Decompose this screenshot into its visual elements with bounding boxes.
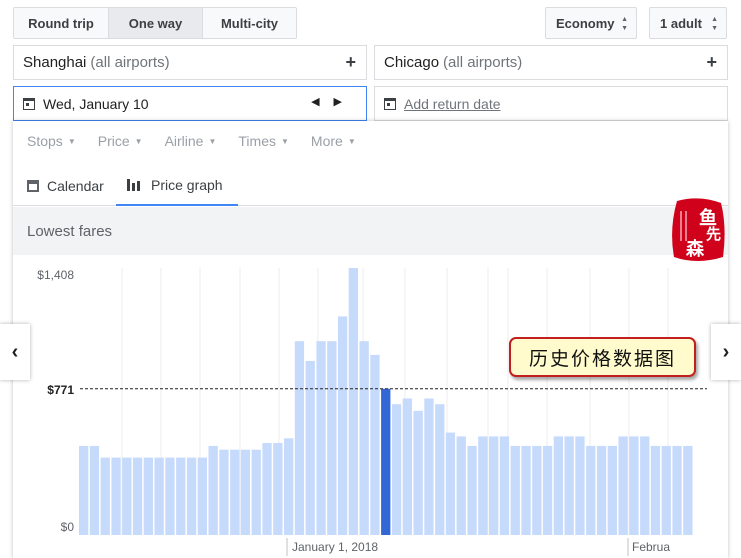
filter-more[interactable]: More ▼ xyxy=(311,133,356,149)
depart-date-field[interactable]: Wed, January 10 ◀▶ xyxy=(13,86,367,121)
filter-stops[interactable]: Stops ▼ xyxy=(27,133,76,149)
tab-price-graph[interactable]: Price graph xyxy=(116,165,238,206)
svg-text:森: 森 xyxy=(686,238,705,260)
add-origin-icon[interactable]: + xyxy=(345,52,356,73)
caret-down-icon: ▼ xyxy=(67,137,76,146)
updown-icon: ▲ ▼ xyxy=(711,16,718,32)
chevron-left-icon: ‹ xyxy=(11,340,19,363)
filter-times[interactable]: Times ▼ xyxy=(238,133,289,149)
origin-city: Shanghai xyxy=(23,54,87,71)
lowest-fares-header: Lowest fares xyxy=(13,207,728,255)
trip-type-one-way[interactable]: One way xyxy=(109,8,203,38)
trip-type-multi-city[interactable]: Multi-city xyxy=(203,8,296,38)
return-date-field[interactable]: Add return date xyxy=(374,86,728,121)
filter-bar: Stops ▼ Price ▼ Airline ▼ Times ▼ More ▼ xyxy=(27,133,356,149)
destination-qualifier: (all airports) xyxy=(443,54,523,71)
passenger-select-value: 1 adult xyxy=(660,15,702,31)
bar-chart-icon xyxy=(127,178,140,191)
add-return-date-link[interactable]: Add return date xyxy=(404,96,501,112)
origin-field[interactable]: Shanghai (all airports) + xyxy=(13,45,367,80)
svg-text:先: 先 xyxy=(706,225,721,243)
calendar-icon xyxy=(23,97,35,110)
destination-city: Chicago xyxy=(384,54,440,71)
trip-type-selector: Round trip One way Multi-city xyxy=(13,7,297,39)
cabin-select-value: Economy xyxy=(556,15,615,31)
filter-price[interactable]: Price ▼ xyxy=(98,133,143,149)
trip-type-round-trip[interactable]: Round trip xyxy=(14,8,109,38)
view-tabs: Calendar Price graph xyxy=(13,165,728,206)
next-date-icon[interactable]: ▶ xyxy=(334,96,356,108)
caret-down-icon: ▼ xyxy=(208,137,217,146)
chevron-right-icon: › xyxy=(722,340,730,363)
passenger-select[interactable]: 1 adult ▲ ▼ xyxy=(649,7,727,39)
destination-field[interactable]: Chicago (all airports) + xyxy=(374,45,728,80)
section-title: Lowest fares xyxy=(27,222,113,240)
origin-qualifier: (all airports) xyxy=(90,54,170,71)
calendar-icon xyxy=(27,179,39,192)
annotation-callout: 历史价格数据图 xyxy=(509,337,696,377)
date-step-arrows[interactable]: ◀▶ xyxy=(311,95,356,108)
updown-icon: ▲ ▼ xyxy=(621,16,628,32)
depart-date-value: Wed, January 10 xyxy=(43,95,149,112)
cabin-select[interactable]: Economy ▲ ▼ xyxy=(545,7,637,39)
caret-down-icon: ▼ xyxy=(134,137,143,146)
next-range-button[interactable]: › xyxy=(711,324,741,380)
prev-range-button[interactable]: ‹ xyxy=(0,324,30,380)
add-destination-icon[interactable]: + xyxy=(706,52,717,73)
tab-calendar[interactable]: Calendar xyxy=(27,165,117,206)
caret-down-icon: ▼ xyxy=(280,137,289,146)
caret-down-icon: ▼ xyxy=(347,137,356,146)
red-seal-logo: 鱼 先 森 xyxy=(672,198,725,261)
calendar-icon xyxy=(384,97,396,110)
filter-airline[interactable]: Airline ▼ xyxy=(165,133,217,149)
prev-date-icon[interactable]: ◀ xyxy=(311,96,333,108)
